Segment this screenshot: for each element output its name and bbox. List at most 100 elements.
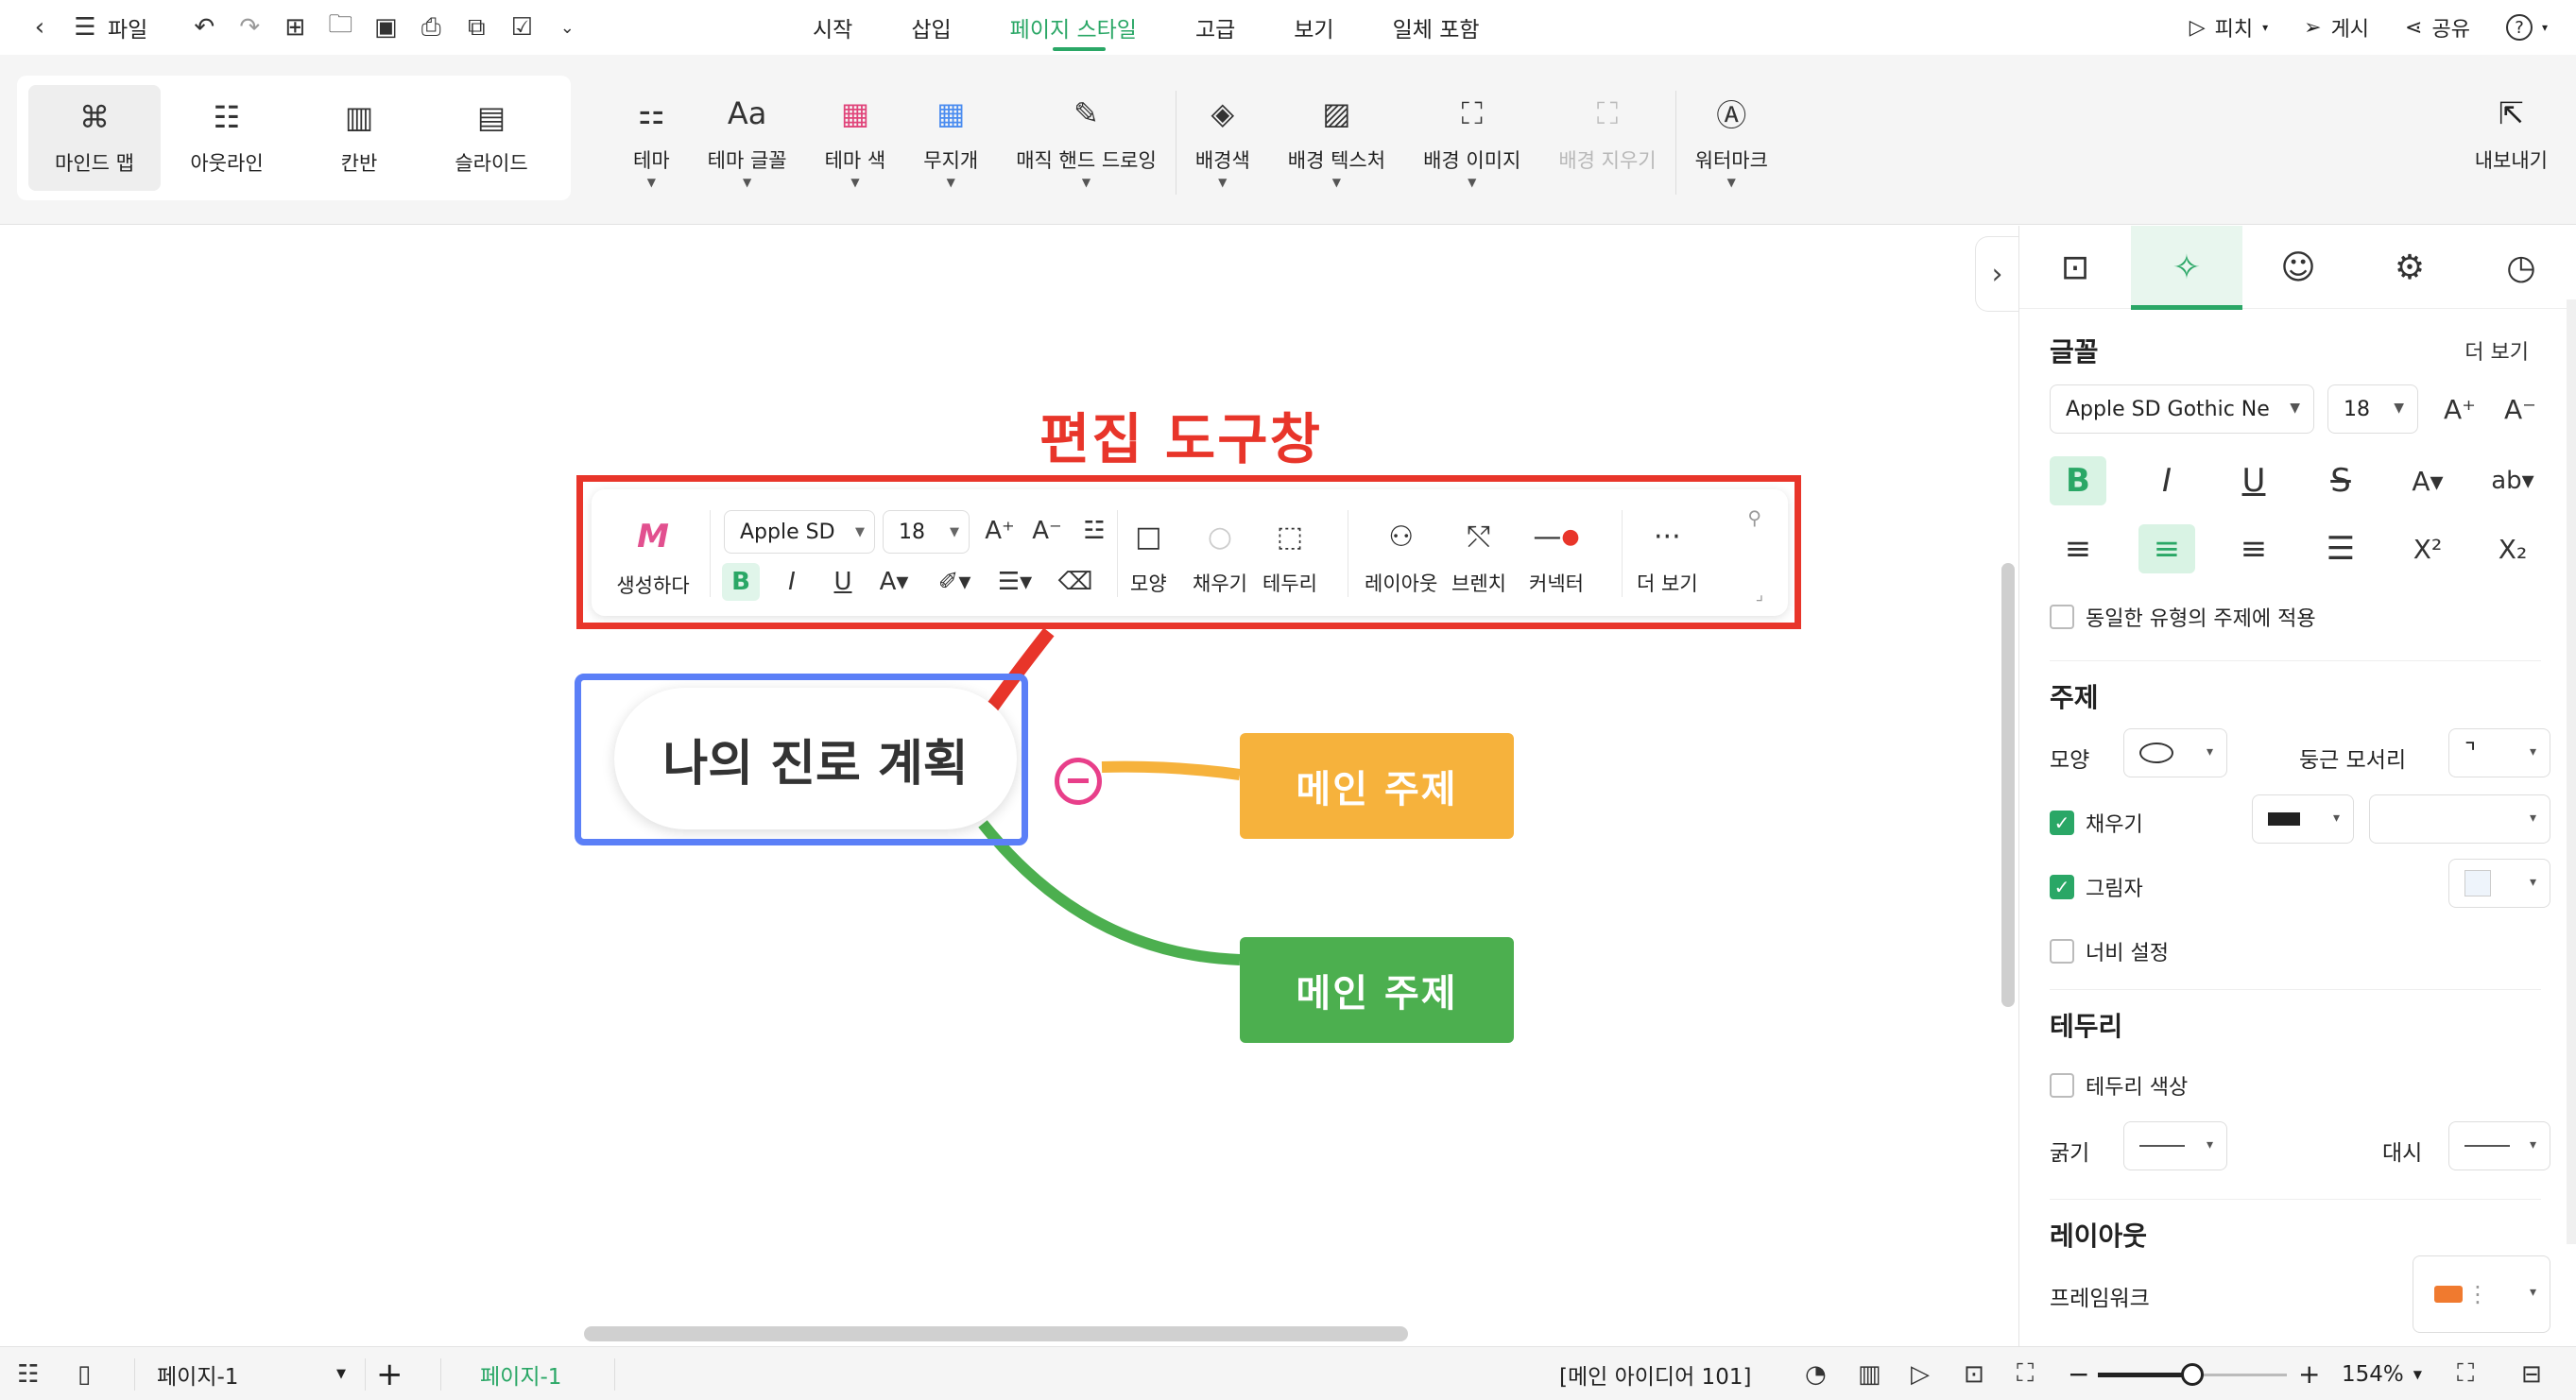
page-panel-icon[interactable]: ▯ [77,1347,91,1400]
save-icon[interactable]: ▣ [363,9,408,46]
share-button[interactable]: ⋖ 공유 [2405,12,2470,43]
collapse-panel-icon[interactable]: ⊟ [2521,1347,2542,1400]
thickness-select[interactable]: ▾ [2123,1121,2227,1170]
view-kanban-button[interactable]: ▥ 칸반 [293,85,425,191]
checklist-icon[interactable]: ☑ [499,9,544,46]
shadow-checkbox[interactable]: ✓ 그림자 [2050,872,2143,902]
panel-font-color-icon[interactable]: A▾ [2399,456,2456,505]
tab-advanced[interactable]: 고급 [1195,0,1294,55]
bg-clear-button[interactable]: ⛶ 배경 지우기 [1539,91,1674,213]
magic-draw-button[interactable]: ✎ 매직 핸드 드로잉 ▼ [997,91,1176,213]
bg-image-button[interactable]: ⛶ 배경 이미지 ▼ [1404,91,1539,213]
print-icon[interactable]: ⎙ [408,9,454,46]
shadow-color-swatch [2464,870,2491,896]
tab-view[interactable]: 보기 [1294,0,1392,55]
tab-emoji-icon[interactable]: ☺ [2242,226,2354,309]
zoom-level-select[interactable]: 154% ▼ [2342,1347,2422,1400]
file-menu[interactable]: 파일 [108,11,147,43]
topic-shape-select[interactable]: ▾ [2123,728,2227,777]
align-center-icon[interactable]: ≡ [2138,524,2195,573]
main-topic-orange[interactable]: 메인 주제 [1240,733,1514,839]
focus-mode-icon[interactable]: ◔ [1805,1347,1827,1400]
export-button[interactable]: ⇱ 내보내기 [2475,91,2548,174]
help-button[interactable]: ? ▾ [2505,14,2548,41]
theme-color-button[interactable]: ▦ 테마 색 ▼ [806,91,905,213]
panel-underline-icon[interactable]: U [2225,456,2282,505]
zoom-out-icon[interactable]: − [2068,1347,2089,1400]
page-tab-1[interactable]: 페이지-1 [480,1347,561,1400]
back-icon[interactable]: ‹ [17,9,62,46]
panel-toggle-chevron-icon[interactable]: › [1975,236,2018,312]
zoom-slider[interactable] [2098,1363,2287,1386]
view-outline-button[interactable]: ☷ 아웃라인 [161,85,293,191]
panel-italic-icon[interactable]: I [2138,456,2195,505]
export-doc-icon[interactable]: ⧉ [454,9,499,46]
dash-select[interactable]: ▾ [2448,1121,2550,1170]
open-folder-icon[interactable]: 🗀 [318,9,363,46]
fullscreen-expand-icon[interactable]: ⛶ [2017,1347,2034,1400]
panel-font-decrease-icon[interactable]: A⁻ [2492,384,2549,434]
panel-bold-icon[interactable]: B [2050,456,2106,505]
add-page-plus-icon[interactable]: + [376,1347,404,1400]
fill-checkbox[interactable]: ✓ 채우기 [2050,808,2143,838]
panel-text-case-icon[interactable]: ab▾ [2484,456,2541,505]
panel-font-increase-icon[interactable]: A⁺ [2431,384,2488,434]
shadow-color-select[interactable]: ▾ [2448,859,2550,908]
zoom-slider-knob[interactable] [2181,1363,2204,1386]
theme-button[interactable]: ⚏ 테마 ▼ [614,91,689,213]
superscript-icon[interactable]: X² [2399,524,2456,573]
rainbow-button[interactable]: ▦ 무지개 ▼ [904,91,997,213]
framework-select[interactable]: ⋮ ▾ [2413,1255,2550,1333]
book-view-icon[interactable]: ▥ [1858,1347,1881,1400]
align-left-icon[interactable]: ≡ [2050,524,2106,573]
theme-font-button[interactable]: Aa 테마 글꼴 ▼ [689,91,806,213]
fill-color-select[interactable]: ▾ [2252,794,2354,844]
tab-insert[interactable]: 삽입 [911,0,1009,55]
border-color-checkbox[interactable]: 테두리 색상 [2050,1070,2188,1101]
view-slide-button[interactable]: ▤ 슬라이드 [425,85,558,191]
panel-strikethrough-icon[interactable]: S [2312,456,2369,505]
watermark-button[interactable]: Ⓐ 워터마크 ▼ [1676,91,1787,213]
view-mindmap-button[interactable]: ⌘ 마인드 맵 [28,85,161,191]
apply-same-type-checkbox[interactable]: 동일한 유형의 주제에 적용 [2050,602,2316,632]
tab-start[interactable]: 시작 [813,0,911,55]
page-select-dropdown[interactable]: 페이지-1 ▼ [157,1347,346,1400]
subscript-icon[interactable]: X₂ [2484,524,2541,573]
width-setting-checkbox[interactable]: 너비 설정 [2050,936,2169,966]
tab-page-style[interactable]: 페이지 스타일 [1010,0,1195,55]
fill-gradient-select[interactable]: ▾ [2369,794,2550,844]
tab-page-icon[interactable]: ⊡ [2019,226,2131,309]
round-corner-select[interactable]: ⌝ ▾ [2448,728,2550,777]
fit-screen-icon[interactable]: ⛶ [2457,1347,2474,1400]
bg-color-button[interactable]: ◈ 배경색 ▼ [1176,91,1269,213]
align-right-icon[interactable]: ≡ [2225,524,2282,573]
fill-checkbox-label: 채우기 [2086,813,2143,837]
menu-tabs: 시작 삽입 페이지 스타일 고급 보기 일체 포함 [813,0,1538,55]
pitch-button[interactable]: ▷ 피치 ▾ [2190,12,2268,43]
align-justify-icon[interactable]: ☰ [2312,524,2369,573]
main-topic-green[interactable]: 메인 주제 [1240,937,1514,1043]
page-list-icon[interactable]: ☷ [17,1347,39,1400]
panel-font-family-select[interactable]: Apple SD Gothic Ne ▼ [2050,384,2314,434]
tab-style-sparkle-icon[interactable]: ✧ [2131,226,2242,310]
slideshow-play-icon[interactable]: ▷ [1911,1347,1930,1400]
tab-theme-gear-icon[interactable]: ⚙ [2354,226,2465,309]
collapse-branch-button[interactable] [1055,758,1102,805]
fit-page-icon[interactable]: ⊡ [1964,1347,1984,1400]
more-chevron-icon[interactable]: ⌄ [544,9,590,46]
canvas-vertical-scrollbar[interactable] [2001,563,2015,1007]
panel-scrollbar[interactable] [2567,299,2576,1244]
tab-ai[interactable]: 일체 포함 [1393,0,1538,55]
layout-section-title: 레이아웃 [2050,1221,2148,1252]
font-more-link[interactable]: 더 보기 [2464,335,2529,366]
redo-icon[interactable]: ↷ [227,9,272,46]
undo-icon[interactable]: ↶ [181,9,227,46]
add-page-icon[interactable]: ⊞ [272,9,318,46]
tab-history-clock-icon[interactable]: ◷ [2465,226,2576,309]
panel-font-size-select[interactable]: 18 ▼ [2327,384,2418,434]
zoom-in-icon[interactable]: + [2298,1347,2320,1400]
bg-texture-button[interactable]: ▨ 배경 텍스처 ▼ [1269,91,1404,213]
hamburger-menu-icon[interactable]: ☰ [62,9,108,46]
canvas-horizontal-scrollbar[interactable] [584,1326,1408,1341]
publish-button[interactable]: ➢ 게시 [2304,12,2369,43]
